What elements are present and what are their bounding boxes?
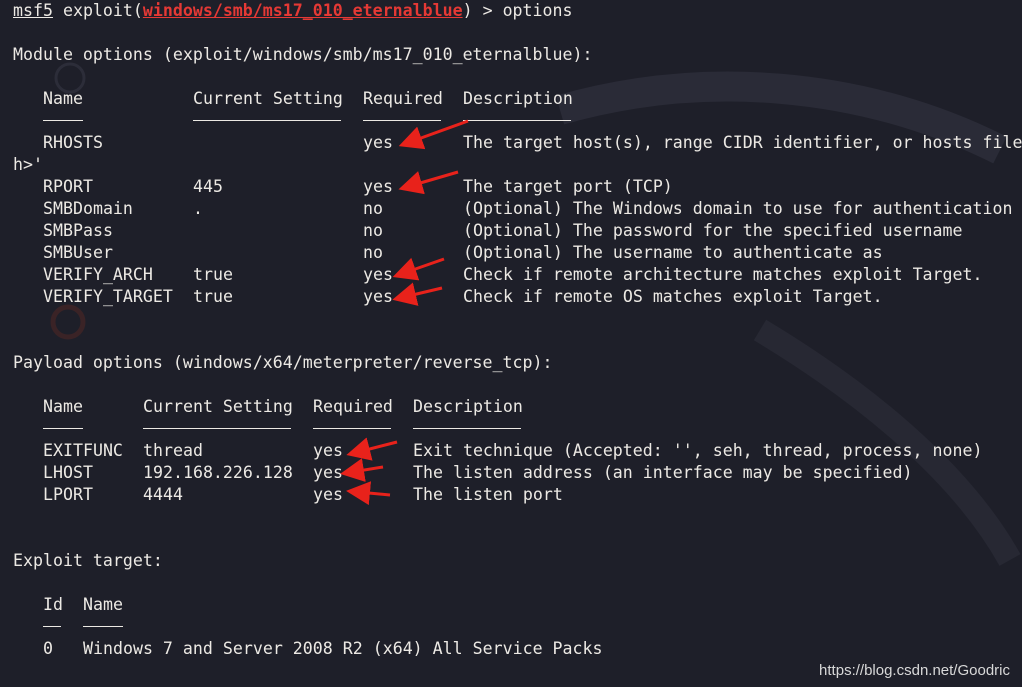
arrow-lhost-icon [340, 458, 384, 482]
arrow-rport-icon [398, 170, 459, 195]
watermark-url: https://blog.csdn.net/Goodric [819, 662, 1010, 679]
arrow-rhosts-icon [398, 119, 469, 150]
arrow-exitfunc-icon [346, 437, 398, 461]
terminal-window[interactable]: msf5 exploit(windows/smb/ms17_010_eterna… [0, 0, 1022, 687]
arrow-verify-target-icon [392, 282, 443, 306]
arrow-verify-arch-icon [392, 257, 445, 281]
arrow-lport-icon [346, 481, 391, 506]
annotation-arrows [340, 119, 469, 506]
